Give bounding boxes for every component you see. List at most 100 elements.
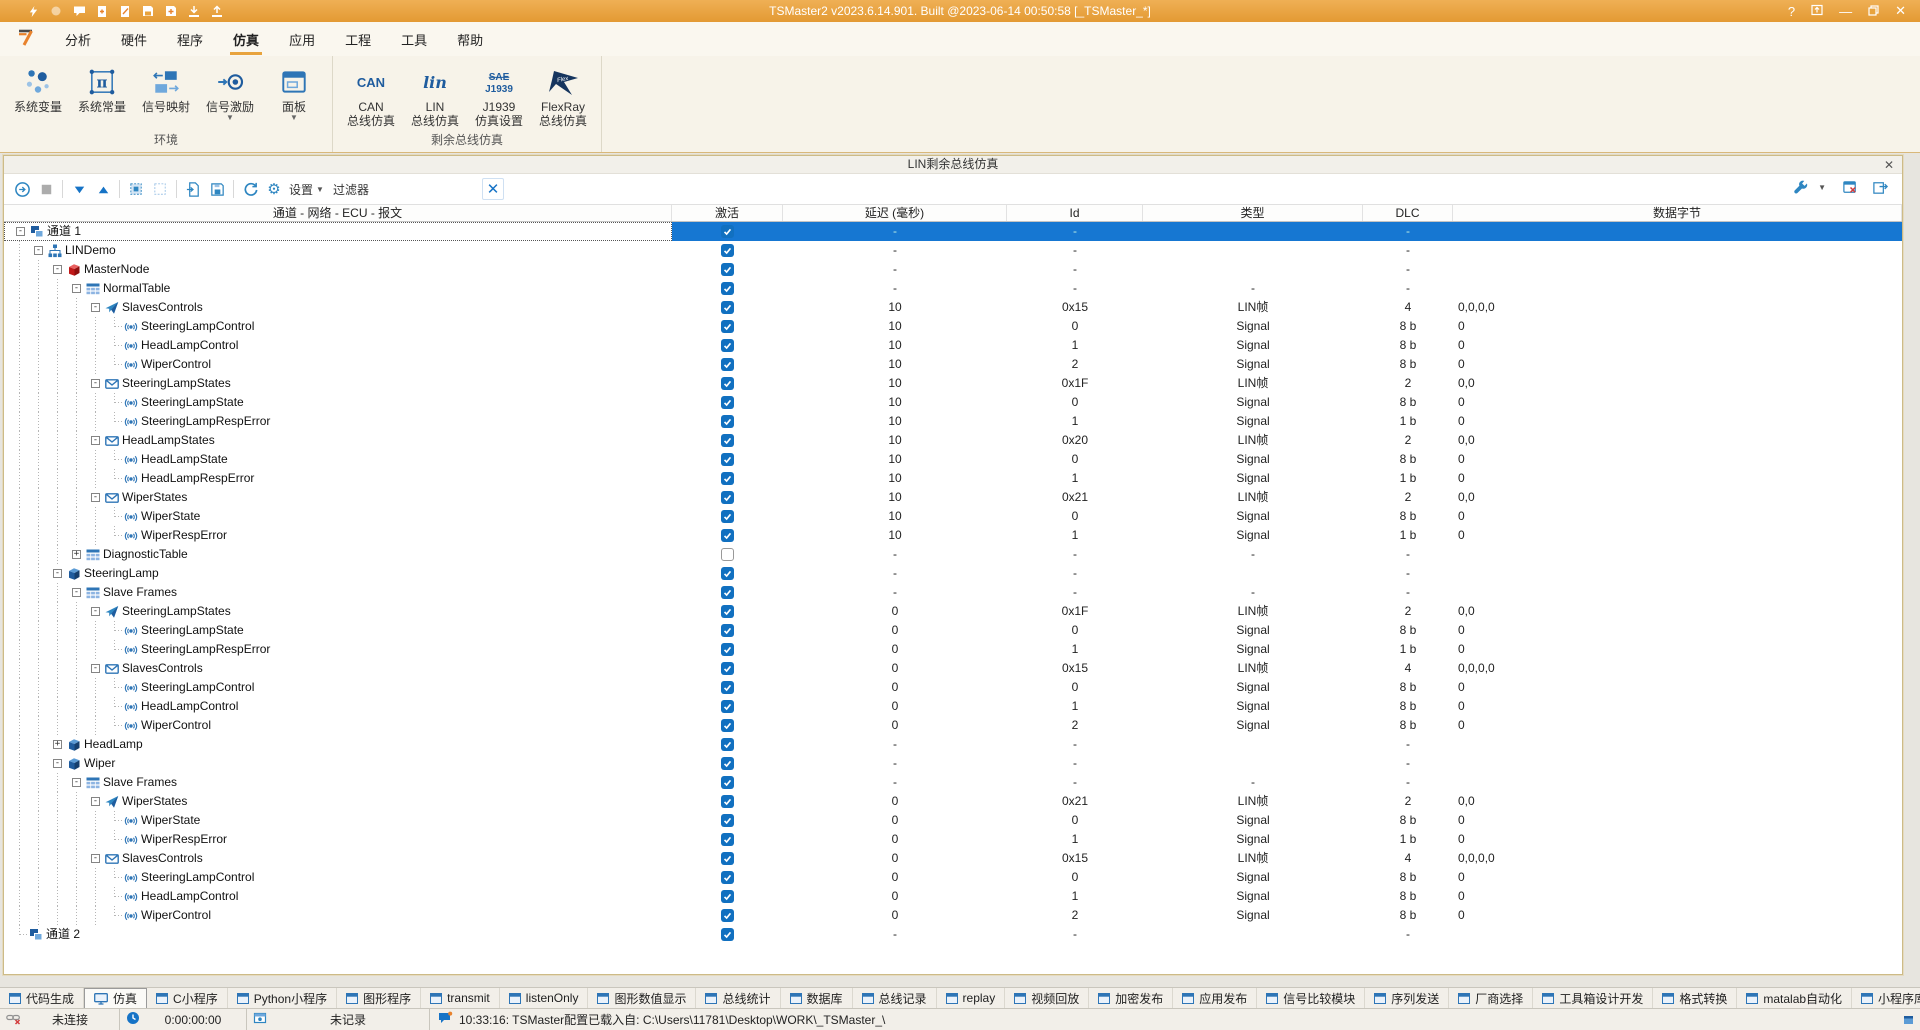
tree-cell[interactable]: -HeadLampStates	[4, 431, 672, 450]
menu-item-4[interactable]: 应用	[274, 24, 330, 55]
taskbar-item-2[interactable]: C小程序	[147, 988, 228, 1008]
tree-row[interactable]: +DiagnosticTable----	[4, 545, 1902, 564]
expand-toggle[interactable]: -	[11, 227, 30, 236]
close-icon[interactable]: ✕	[1895, 3, 1906, 19]
tree-row[interactable]: HeadLampState100Signal8 b0	[4, 450, 1902, 469]
expand-toggle[interactable]: -	[29, 246, 48, 255]
move-down-icon[interactable]	[68, 179, 90, 199]
activate-checkbox[interactable]	[721, 282, 734, 295]
taskbar-item-9[interactable]: 数据库	[781, 988, 853, 1008]
activate-checkbox[interactable]	[721, 624, 734, 637]
taskbar-item-14[interactable]: 应用发布	[1173, 988, 1257, 1008]
tree-row[interactable]: SteeringLampState100Signal8 b0	[4, 393, 1902, 412]
taskbar-item-11[interactable]: replay	[937, 988, 1006, 1008]
expand-toggle[interactable]: -	[86, 854, 105, 863]
tree-row[interactable]: -MasterNode---	[4, 260, 1902, 279]
activate-checkbox[interactable]	[721, 757, 734, 770]
move-up-icon[interactable]	[92, 179, 114, 199]
activate-checkbox[interactable]	[721, 320, 734, 333]
activate-checkbox[interactable]	[721, 529, 734, 542]
menu-item-0[interactable]: 分析	[50, 24, 106, 55]
activate-checkbox[interactable]	[721, 491, 734, 504]
activate-checkbox[interactable]	[721, 700, 734, 713]
tree-cell[interactable]: SteeringLampControl	[4, 678, 672, 697]
taskbar-item-8[interactable]: 总线统计	[696, 988, 780, 1008]
expand-toggle[interactable]: +	[48, 740, 67, 749]
menu-item-3[interactable]: 仿真	[218, 24, 274, 55]
activate-checkbox[interactable]	[721, 263, 734, 276]
doc-plus-icon[interactable]	[95, 4, 109, 18]
tree-cell[interactable]: 通道 2	[4, 925, 672, 944]
menu-item-7[interactable]: 帮助	[442, 24, 498, 55]
expand-toggle[interactable]: -	[48, 265, 67, 274]
export-icon[interactable]	[1869, 177, 1891, 197]
tree-cell[interactable]: SteeringLampControl	[4, 317, 672, 336]
filter-button[interactable]: 过滤器	[333, 181, 369, 198]
tree-cell[interactable]: HeadLampRespError	[4, 469, 672, 488]
taskbar-item-17[interactable]: 厂商选择	[1449, 988, 1533, 1008]
tree-row[interactable]: -SteeringLampStates100x1FLIN帧20,0	[4, 374, 1902, 393]
taskbar-item-0[interactable]: 代码生成	[0, 988, 84, 1008]
tree-cell[interactable]: WiperState	[4, 507, 672, 526]
tree-cell[interactable]: WiperControl	[4, 355, 672, 374]
taskbar-item-7[interactable]: 图形数值显示	[588, 988, 696, 1008]
tree-cell[interactable]: WiperState	[4, 811, 672, 830]
ribbon-button-panel[interactable]: 面板▼	[262, 60, 326, 129]
activate-checkbox[interactable]	[721, 472, 734, 485]
tree-cell[interactable]: WiperRespError	[4, 526, 672, 545]
taskbar-item-21[interactable]: 小程序库	[1852, 988, 1920, 1008]
tree-cell[interactable]: WiperControl	[4, 906, 672, 925]
tree-cell[interactable]: +DiagnosticTable	[4, 545, 672, 564]
menu-item-5[interactable]: 工程	[330, 24, 386, 55]
doc-pen-icon[interactable]	[118, 4, 132, 18]
clear-selection-icon[interactable]	[149, 179, 171, 199]
taskbar-item-16[interactable]: 序列发送	[1365, 988, 1449, 1008]
tree-cell[interactable]: -SlavesControls	[4, 849, 672, 868]
menu-item-1[interactable]: 硬件	[106, 24, 162, 55]
expand-toggle[interactable]: -	[48, 759, 67, 768]
ribbon-button-flexray[interactable]: FlexFlexRay 总线仿真	[531, 60, 595, 129]
refresh-icon[interactable]	[239, 179, 261, 199]
minimize-icon[interactable]: —	[1839, 4, 1852, 19]
tree-row[interactable]: WiperRespError101Signal1 b0	[4, 526, 1902, 545]
tree-cell[interactable]: SteeringLampState	[4, 621, 672, 640]
tree-row[interactable]: SteeringLampRespError01Signal1 b0	[4, 640, 1902, 659]
tree-cell[interactable]: -WiperStates	[4, 488, 672, 507]
expand-toggle[interactable]: -	[48, 569, 67, 578]
ribbon-button-can[interactable]: CANCAN 总线仿真	[339, 60, 403, 129]
tree-row[interactable]: WiperControl02Signal8 b0	[4, 716, 1902, 735]
tree-row[interactable]: WiperControl102Signal8 b0	[4, 355, 1902, 374]
activate-checkbox[interactable]	[721, 605, 734, 618]
tree-cell[interactable]: -SteeringLampStates	[4, 602, 672, 621]
expand-toggle[interactable]: +	[67, 550, 86, 559]
pin-window-icon[interactable]	[1811, 4, 1823, 19]
tree-cell[interactable]: -LINDemo	[4, 241, 672, 260]
tree-cell[interactable]: -MasterNode	[4, 260, 672, 279]
maximize-icon[interactable]	[1868, 4, 1879, 19]
column-header-1[interactable]: 激活	[672, 205, 783, 221]
tree-row[interactable]: +HeadLamp---	[4, 735, 1902, 754]
tree-row[interactable]: HeadLampRespError101Signal1 b0	[4, 469, 1902, 488]
tree-row[interactable]: -LINDemo---	[4, 241, 1902, 260]
expand-toggle[interactable]: -	[86, 303, 105, 312]
activate-checkbox[interactable]	[721, 586, 734, 599]
tree-cell[interactable]: +HeadLamp	[4, 735, 672, 754]
tree-cell[interactable]: -WiperStates	[4, 792, 672, 811]
wrench-icon[interactable]	[1789, 177, 1811, 197]
tree-row[interactable]: -SlavesControls100x15LIN帧40,0,0,0	[4, 298, 1902, 317]
expand-toggle[interactable]: -	[67, 778, 86, 787]
activate-checkbox[interactable]	[721, 339, 734, 352]
column-header-5[interactable]: DLC	[1363, 205, 1453, 221]
taskbar-item-5[interactable]: transmit	[421, 988, 500, 1008]
tree-cell[interactable]: WiperRespError	[4, 830, 672, 849]
ribbon-button-sysvar[interactable]: 系统变量	[6, 60, 70, 129]
window-close-icon[interactable]: ✕	[1884, 157, 1894, 174]
activate-checkbox[interactable]	[721, 453, 734, 466]
tree-row[interactable]: -WiperStates100x21LIN帧20,0	[4, 488, 1902, 507]
activate-checkbox[interactable]	[721, 415, 734, 428]
tree-cell[interactable]: -SlavesControls	[4, 659, 672, 678]
activate-checkbox[interactable]	[721, 358, 734, 371]
close-panel-icon[interactable]	[1839, 177, 1861, 197]
expand-toggle[interactable]: -	[86, 664, 105, 673]
import-icon[interactable]	[182, 179, 204, 199]
